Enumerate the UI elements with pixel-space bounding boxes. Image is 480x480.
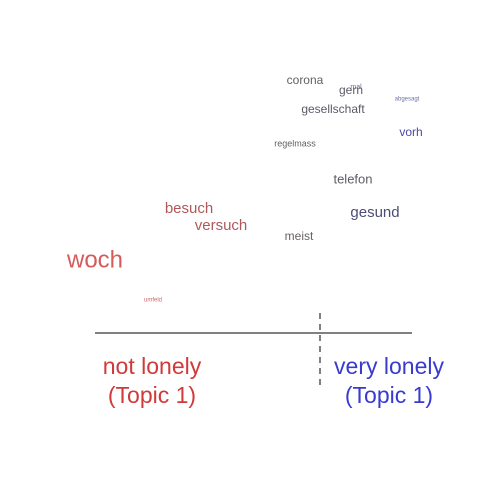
word-cloud: woch umfeld besuchversuch meist corona regelm…	[66, 73, 423, 303]
left-pole-label-line2: (Topic 1)	[108, 382, 196, 408]
word-versuch: versuch	[195, 217, 248, 234]
word-gesund: gesund	[350, 204, 399, 221]
right-pole-label-line1: very lonely	[334, 353, 444, 379]
left-pole-label-line1: not lonely	[103, 353, 202, 379]
word-corona: corona	[287, 73, 324, 87]
right-pole-label-line2: (Topic 1)	[345, 382, 433, 408]
word-besuch: besuch	[165, 200, 213, 217]
word-telefon: telefon	[333, 171, 372, 186]
word-meist: meist	[285, 229, 314, 243]
word-umfeld: umfeld	[144, 298, 162, 304]
word-vorh: vorh	[399, 125, 422, 139]
word-woch: woch	[66, 246, 123, 273]
word-gesellschaft: gesellschaft	[301, 102, 365, 116]
word-abgesagt: abgesagt	[395, 97, 420, 103]
word-mal: mal	[350, 84, 362, 91]
word-scaling-chart: woch umfeld besuchversuch meist corona regelm…	[66, 73, 444, 408]
word-regelmass: regelmass	[274, 138, 316, 148]
